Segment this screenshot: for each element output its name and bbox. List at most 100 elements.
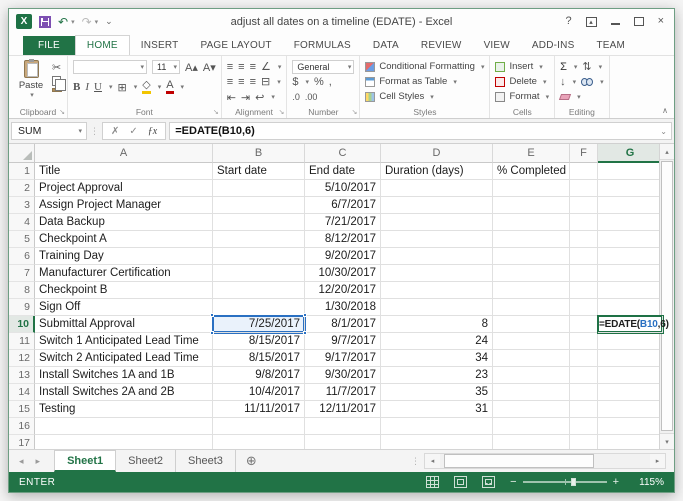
row-header-12[interactable]: 12 (9, 350, 35, 367)
row-header-6[interactable]: 6 (9, 248, 35, 265)
percent-style-icon[interactable]: % (314, 76, 324, 88)
customize-qat-icon[interactable]: ⌄ (105, 16, 113, 27)
scroll-left-icon[interactable]: ◂ (425, 454, 440, 468)
orientation-icon[interactable]: ∠ (261, 60, 271, 73)
cell-B15[interactable]: 11/11/2017 (213, 401, 305, 418)
column-header-A[interactable]: A (35, 144, 213, 163)
clear-icon[interactable] (558, 94, 572, 101)
cell-G15[interactable] (598, 401, 663, 418)
redo-icon[interactable]: ↷ (82, 16, 92, 28)
cut-icon[interactable]: ✂ (52, 61, 62, 74)
cell-C13[interactable]: 9/30/2017 (305, 367, 381, 384)
vertical-scroll-thumb[interactable] (661, 161, 673, 431)
row-header-3[interactable]: 3 (9, 197, 35, 214)
cancel-icon[interactable]: ✗ (111, 126, 119, 137)
cell-C14[interactable]: 11/7/2017 (305, 384, 381, 401)
undo-dropdown-icon[interactable]: ▾ (71, 18, 75, 26)
sheet-tab-sheet2[interactable]: Sheet2 (116, 450, 177, 472)
cell-A12[interactable]: Switch 2 Anticipated Lead Time (35, 350, 213, 367)
paste-button[interactable]: Paste ▾ (14, 59, 48, 105)
top-align-icon[interactable]: ≡ (227, 61, 233, 73)
cell-G16[interactable] (598, 418, 663, 435)
cell-G9[interactable] (598, 299, 663, 316)
cell-B6[interactable] (213, 248, 305, 265)
cell-G3[interactable] (598, 197, 663, 214)
cell-D2[interactable] (381, 180, 493, 197)
find-select-icon[interactable] (581, 78, 594, 87)
cell-E7[interactable] (493, 265, 570, 282)
page-layout-view-icon[interactable] (454, 476, 468, 488)
cell-D5[interactable] (381, 231, 493, 248)
cells-delete-button[interactable]: Delete ▾ (495, 74, 549, 89)
cell-D14[interactable]: 35 (381, 384, 493, 401)
column-header-D[interactable]: D (381, 144, 493, 163)
cell-D11[interactable]: 24 (381, 333, 493, 350)
redo-dropdown-icon[interactable]: ▾ (95, 18, 99, 26)
middle-align-icon[interactable]: ≡ (238, 61, 244, 73)
cell-G1[interactable] (598, 163, 663, 180)
cell-A9[interactable]: Sign Off (35, 299, 213, 316)
column-header-C[interactable]: C (305, 144, 381, 163)
styles-conditional-formatting-button[interactable]: Conditional Formatting ▾ (365, 59, 484, 74)
increase-indent-icon[interactable]: ⇥ (241, 91, 250, 104)
cell-E4[interactable] (493, 214, 570, 231)
cell-F2[interactable] (570, 180, 598, 197)
fill-icon[interactable]: ↓ (560, 76, 566, 88)
cell-E6[interactable] (493, 248, 570, 265)
cell-A7[interactable]: Manufacturer Certification (35, 265, 213, 282)
cell-E9[interactable] (493, 299, 570, 316)
page-break-view-icon[interactable] (482, 476, 496, 488)
cell-G13[interactable] (598, 367, 663, 384)
borders-icon[interactable]: ⊞ (117, 81, 126, 94)
cell-G2[interactable] (598, 180, 663, 197)
cell-B17[interactable] (213, 435, 305, 449)
normal-view-icon[interactable] (426, 476, 440, 488)
cell-A14[interactable]: Install Switches 2A and 2B (35, 384, 213, 401)
cell-G5[interactable] (598, 231, 663, 248)
cell-D3[interactable] (381, 197, 493, 214)
zoom-out-icon[interactable]: − (510, 476, 516, 488)
help-icon[interactable]: ? (565, 16, 571, 27)
merge-center-icon[interactable]: ⊟ (261, 75, 270, 88)
font-launcher-icon[interactable]: ↘ (213, 108, 219, 116)
cell-A6[interactable]: Training Day (35, 248, 213, 265)
zoom-level[interactable]: 115% (634, 477, 664, 488)
font-name-input[interactable]: ▾ (73, 60, 147, 74)
tab-file[interactable]: FILE (23, 36, 75, 55)
tab-home[interactable]: HOME (74, 35, 130, 56)
cell-F12[interactable] (570, 350, 598, 367)
cell-D4[interactable] (381, 214, 493, 231)
cell-C7[interactable]: 10/30/2017 (305, 265, 381, 282)
cell-B7[interactable] (213, 265, 305, 282)
cell-F13[interactable] (570, 367, 598, 384)
cell-B14[interactable]: 10/4/2017 (213, 384, 305, 401)
column-header-G[interactable]: G (598, 144, 663, 163)
cell-B1[interactable]: Start date (213, 163, 305, 180)
cell-C2[interactable]: 5/10/2017 (305, 180, 381, 197)
cell-F11[interactable] (570, 333, 598, 350)
row-header-5[interactable]: 5 (9, 231, 35, 248)
cell-B8[interactable] (213, 282, 305, 299)
row-header-15[interactable]: 15 (9, 401, 35, 418)
cell-F3[interactable] (570, 197, 598, 214)
tab-review[interactable]: REVIEW (410, 36, 473, 55)
row-header-13[interactable]: 13 (9, 367, 35, 384)
styles-cell-styles-button[interactable]: Cell Styles ▾ (365, 89, 484, 104)
column-header-B[interactable]: B (213, 144, 305, 163)
wrap-text-icon[interactable]: ↩ (255, 91, 264, 104)
cell-E3[interactable] (493, 197, 570, 214)
cell-E16[interactable] (493, 418, 570, 435)
cell-G7[interactable] (598, 265, 663, 282)
cell-G4[interactable] (598, 214, 663, 231)
cell-B4[interactable] (213, 214, 305, 231)
cell-C16[interactable] (305, 418, 381, 435)
cell-D17[interactable] (381, 435, 493, 449)
cell-D10[interactable]: 8 (381, 316, 493, 333)
cell-G14[interactable] (598, 384, 663, 401)
tab-view[interactable]: VIEW (473, 36, 521, 55)
cell-C1[interactable]: End date (305, 163, 381, 180)
grow-font-icon[interactable]: A▴ (185, 61, 198, 74)
formula-input[interactable]: =EDATE(B10,6) ⌄ (169, 122, 672, 140)
styles-format-as-table-button[interactable]: Format as Table ▾ (365, 74, 484, 89)
row-header-8[interactable]: 8 (9, 282, 35, 299)
